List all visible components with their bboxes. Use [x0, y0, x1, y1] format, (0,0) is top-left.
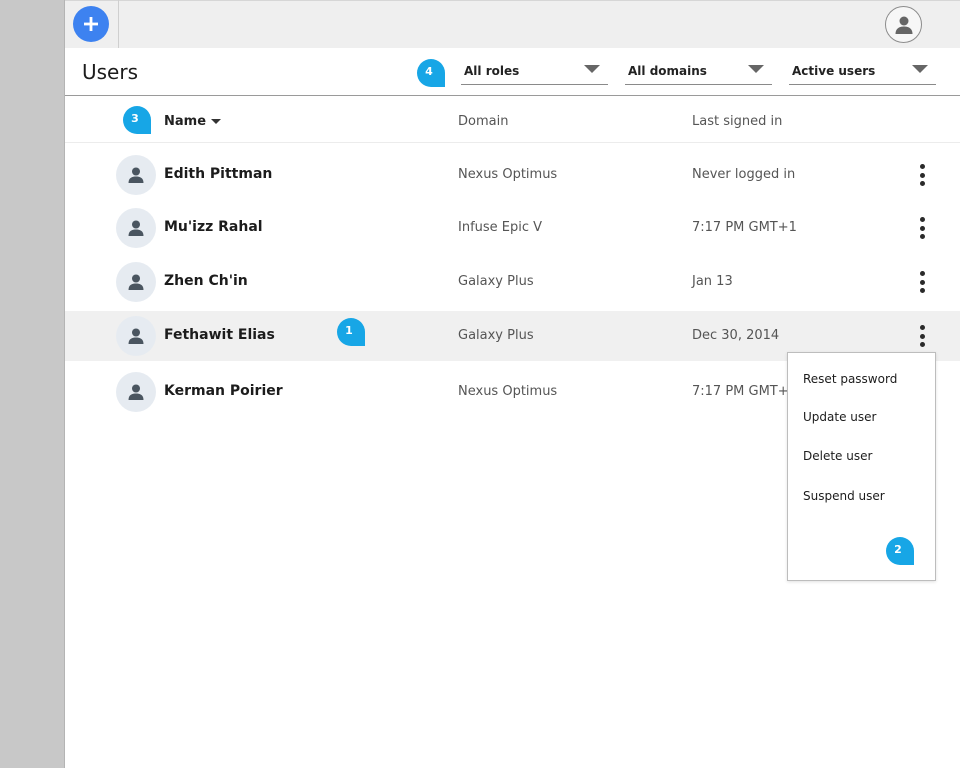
status-filter-dropdown[interactable]: Active users — [789, 58, 936, 85]
dropdown-caret-icon — [584, 65, 600, 73]
user-last-signed-in: 7:17 PM GMT+1 — [692, 384, 797, 399]
user-last-signed-in: 7:17 PM GMT+1 — [692, 220, 797, 235]
role-filter-label: All roles — [464, 64, 520, 78]
left-rail — [0, 0, 65, 768]
user-icon — [128, 384, 144, 400]
account-button[interactable] — [885, 6, 922, 43]
status-filter-label: Active users — [792, 64, 876, 78]
callout-number: 3 — [131, 112, 139, 125]
dropdown-caret-icon — [748, 65, 764, 73]
callout-number: 1 — [345, 324, 353, 337]
avatar — [116, 208, 156, 248]
reset-password-menu-item[interactable]: Reset password — [803, 372, 897, 386]
dropdown-caret-icon — [912, 65, 928, 73]
more-options-icon[interactable] — [915, 163, 929, 187]
user-icon — [128, 220, 144, 236]
sort-caret-icon — [211, 119, 222, 124]
user-last-signed-in: Never logged in — [692, 167, 796, 182]
role-filter-dropdown[interactable]: All roles — [461, 58, 608, 85]
plus-icon — [84, 17, 98, 31]
callout-marker-4: 4 — [417, 59, 445, 87]
callout-marker-1: 1 — [337, 318, 365, 346]
table-header: Name Domain Last signed in — [65, 96, 960, 143]
callout-marker-2: 2 — [886, 537, 914, 565]
avatar — [116, 372, 156, 412]
user-icon — [128, 274, 144, 290]
user-icon — [128, 328, 144, 344]
domain-column-header[interactable]: Domain — [458, 114, 508, 129]
avatar — [116, 316, 156, 356]
account-avatar-icon — [895, 16, 912, 34]
user-domain: Nexus Optimus — [458, 167, 558, 182]
user-name: Kerman Poirier — [164, 383, 283, 399]
more-options-icon[interactable] — [915, 270, 929, 294]
more-options-icon[interactable] — [915, 324, 929, 348]
top-bar-divider — [118, 0, 119, 48]
domain-filter-dropdown[interactable]: All domains — [625, 58, 772, 85]
name-column-header[interactable]: Name — [164, 114, 222, 129]
user-name: Edith Pittman — [164, 166, 273, 182]
page-title: Users — [82, 60, 139, 84]
user-name: Zhen Ch'in — [164, 273, 248, 289]
delete-user-menu-item[interactable]: Delete user — [803, 449, 872, 463]
update-user-menu-item[interactable]: Update user — [803, 410, 876, 424]
callout-marker-3: 3 — [123, 106, 151, 134]
avatar — [116, 262, 156, 302]
domain-filter-label: All domains — [628, 64, 707, 78]
user-name: Mu'izz Rahal — [164, 219, 263, 235]
last-signed-in-column-header[interactable]: Last signed in — [692, 114, 782, 129]
name-column-label: Name — [164, 114, 207, 129]
user-last-signed-in: Jan 13 — [692, 274, 733, 289]
callout-number: 2 — [894, 543, 902, 556]
user-icon — [128, 167, 144, 183]
more-options-icon[interactable] — [915, 216, 929, 240]
callout-number: 4 — [425, 65, 433, 78]
user-domain: Galaxy Plus — [458, 328, 534, 343]
suspend-user-menu-item[interactable]: Suspend user — [803, 489, 885, 503]
user-domain: Nexus Optimus — [458, 384, 558, 399]
user-domain: Infuse Epic V — [458, 220, 543, 235]
user-last-signed-in: Dec 30, 2014 — [692, 328, 780, 343]
user-name: Fethawit Elias — [164, 327, 275, 343]
top-bar — [65, 0, 960, 48]
table-row[interactable]: Mu'izz Rahal Infuse Epic V 7:17 PM GMT+1 — [65, 203, 960, 253]
user-domain: Galaxy Plus — [458, 274, 534, 289]
table-row[interactable]: Zhen Ch'in Galaxy Plus Jan 13 — [65, 257, 960, 307]
add-user-button[interactable] — [73, 6, 109, 42]
table-row[interactable]: Edith Pittman Nexus Optimus Never logged… — [65, 150, 960, 200]
avatar — [116, 155, 156, 195]
